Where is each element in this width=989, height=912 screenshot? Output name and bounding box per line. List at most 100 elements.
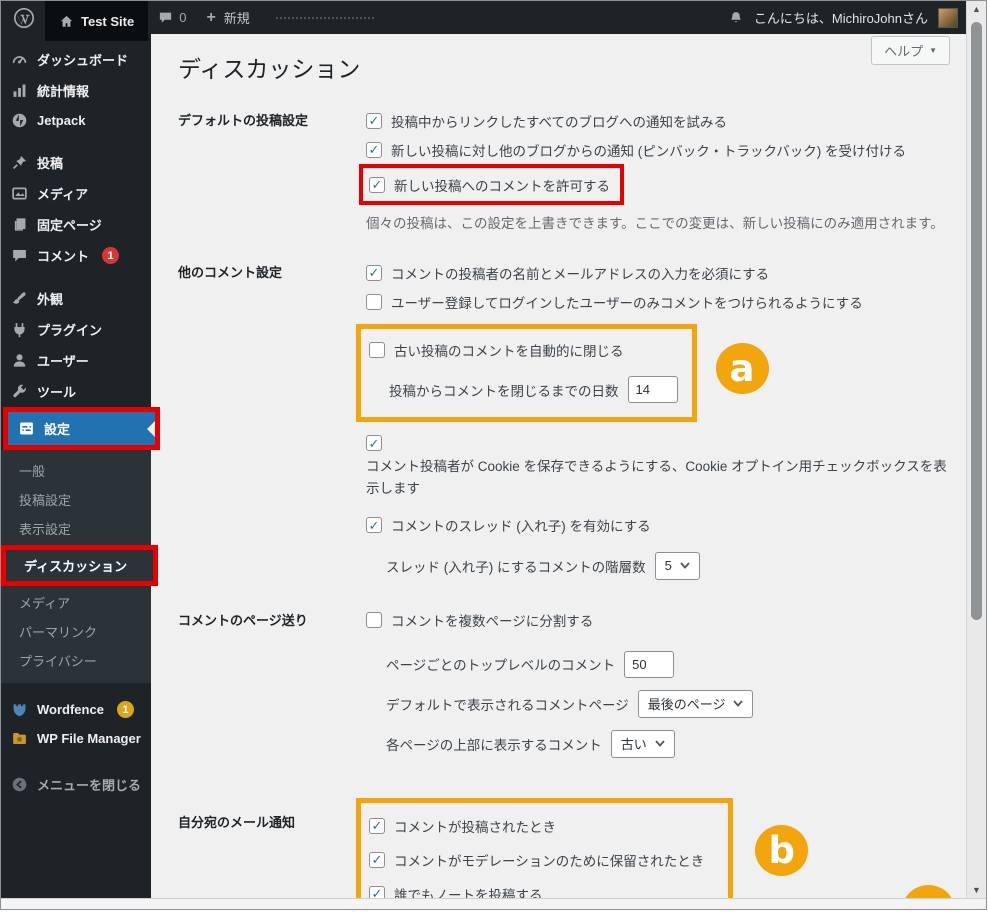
sidebar-item-media[interactable]: メディア: [1, 178, 151, 209]
option-email-comment-posted[interactable]: ✓ コメントが投稿されたとき: [369, 809, 704, 843]
option-registered-users-only[interactable]: ユーザー登録してログインしたユーザーのみコメントをつけられるようにする: [366, 287, 956, 316]
scrollbar: ▲ ▼: [966, 1, 986, 900]
option-label: 新しい投稿に対し他のブログからの通知 (ピンバック・トラックバック) を受け付け…: [391, 143, 907, 159]
checkbox[interactable]: ✓: [366, 264, 382, 281]
row-label: デフォルトの投稿設定: [178, 113, 309, 128]
close-comments-days-input[interactable]: [627, 376, 678, 403]
submenu-item-general[interactable]: 一般: [1, 456, 151, 485]
sidebar-item-jetpack[interactable]: Jetpack: [1, 106, 151, 135]
comments-per-page-input[interactable]: [624, 650, 675, 678]
sidebar-item-dashboard[interactable]: ダッシュボード: [1, 44, 151, 75]
current-menu-arrow-icon: [147, 420, 155, 437]
browser-window: Test Site 0 + 新規 こんにちは、MichiroJohnさん ▲ ▼…: [0, 0, 987, 910]
checkbox[interactable]: ✓: [366, 435, 382, 451]
admin-bar-comments[interactable]: 0: [148, 1, 196, 34]
sidebar-item-users[interactable]: ユーザー: [1, 345, 151, 376]
comments-pending-badge: 1: [102, 247, 120, 264]
submenu-item-permalinks[interactable]: パーマリンク: [1, 617, 151, 646]
help-button[interactable]: ヘルプ ▼: [871, 36, 950, 65]
option-break-comments-pages[interactable]: コメントを複数ページに分割する: [366, 606, 956, 635]
comments-order-select[interactable]: 古い: [610, 729, 675, 758]
row-label: 他のコメント設定: [178, 265, 283, 280]
option-allow-pingbacks[interactable]: ✓ 新しい投稿に対し他のブログからの通知 (ピンバック・トラックバック) を受け…: [366, 135, 956, 164]
option-notify-linked-blogs[interactable]: ✓ 投稿中からリンクしたすべてのブログへの通知を試みる: [366, 106, 956, 135]
checkbox[interactable]: ✓: [369, 817, 385, 834]
thread-depth-select[interactable]: 5: [654, 551, 700, 580]
option-close-old-comments[interactable]: 古い投稿のコメントを自動的に閉じる: [369, 335, 678, 364]
checkbox[interactable]: ✓: [369, 176, 385, 193]
sidebar-collapse-menu[interactable]: メニューを閉じる: [1, 769, 151, 800]
checkbox[interactable]: [369, 341, 385, 358]
bell-icon[interactable]: [728, 10, 744, 26]
option-threaded-comments[interactable]: ✓ コメントのスレッド (入れ子) を有効にする: [366, 511, 956, 540]
submenu-item-writing[interactable]: 投稿設定: [1, 485, 151, 514]
comment-bubble-icon: [13, 249, 26, 262]
comments-per-page-row: ページごとのトップレベルのコメント: [366, 650, 956, 678]
sidebar-item-comments[interactable]: コメント 1: [1, 240, 151, 271]
field-label: デフォルトで表示されるコメントページ: [386, 697, 629, 713]
sidebar-item-stats[interactable]: 統計情報: [1, 75, 151, 106]
checkbox[interactable]: ✓: [366, 517, 382, 534]
close-comments-days-row: 投稿からコメントを閉じるまでの日数: [369, 376, 678, 403]
highlight-box-allow-comments: ✓ 新しい投稿へのコメントを許可する: [359, 164, 624, 205]
checkbox[interactable]: ✓: [369, 851, 385, 868]
chevron-down-icon: [733, 700, 744, 707]
checkbox[interactable]: [366, 612, 382, 629]
avatar[interactable]: [938, 7, 958, 28]
default-comments-page-select[interactable]: 最後のページ: [637, 689, 754, 718]
wrench-icon: [13, 384, 26, 398]
sidebar-item-wordfence[interactable]: Wordfence 1: [1, 695, 151, 724]
pages-icon: [14, 218, 26, 231]
checkbox[interactable]: ✓: [369, 885, 385, 898]
sidebar-item-label: 外観: [37, 292, 64, 307]
scroll-down-arrow-icon[interactable]: ▼: [972, 882, 981, 898]
chevron-down-icon: [680, 562, 690, 569]
option-label: コメントが投稿されたとき: [394, 819, 556, 835]
option-email-comment-moderation[interactable]: ✓ コメントがモデレーションのために保留されたとき: [369, 843, 704, 877]
greeting-user-menu[interactable]: こんにちは、MichiroJohnさん: [754, 8, 928, 27]
admin-bar-new[interactable]: + 新規: [196, 1, 259, 34]
submenu-item-discussion[interactable]: ディスカッション: [6, 550, 153, 581]
site-menu[interactable]: Test Site: [45, 1, 149, 41]
plus-icon: +: [206, 8, 216, 26]
window-bottom-edge: [1, 898, 986, 909]
sidebar-item-tools[interactable]: ツール: [1, 376, 151, 407]
page-title: ディスカッション: [178, 56, 361, 82]
checkbox[interactable]: [366, 293, 382, 310]
option-anyone-post-note[interactable]: ✓ 誰でもノートを投稿する: [369, 877, 704, 898]
dashboard-icon: [12, 56, 27, 64]
option-label: 誰でもノートを投稿する: [394, 887, 543, 898]
settings-row-email-notify: 自分宛のメール通知 ✓ コメントが投稿されたとき ✓ コメントがモデレーションの…: [178, 797, 956, 898]
chevron-down-icon: ▼: [929, 46, 937, 55]
user-icon: [13, 354, 26, 367]
option-require-name-email[interactable]: ✓ コメントの投稿者の名前とメールアドレスの入力を必須にする: [366, 258, 956, 287]
option-cookies-optin[interactable]: ✓: [366, 432, 956, 454]
sidebar-item-pages[interactable]: 固定ページ: [1, 209, 151, 240]
option-label: 新しい投稿へのコメントを許可する: [394, 178, 610, 194]
option-allow-comments[interactable]: ✓ 新しい投稿へのコメントを許可する: [369, 170, 610, 199]
sidebar-item-wp-file-manager[interactable]: WP File Manager: [1, 724, 151, 753]
scrollbar-thumb[interactable]: [971, 22, 982, 620]
scroll-up-arrow-icon[interactable]: ▲: [972, 1, 981, 17]
submenu-item-reading[interactable]: 表示設定: [1, 514, 151, 543]
sidebar-item-posts[interactable]: 投稿: [1, 147, 151, 178]
settings-icon: [20, 422, 33, 435]
sidebar: ダッシュボード 統計情報 Jetpack 投稿 メディア 固定ページ コメント …: [1, 34, 160, 900]
submenu-item-privacy[interactable]: プライバシー: [1, 646, 151, 675]
sidebar-item-label: コメント: [37, 249, 90, 264]
sidebar-item-settings[interactable]: 設定: [8, 412, 155, 445]
sidebar-item-plugins[interactable]: プラグイン: [1, 314, 151, 345]
checkbox[interactable]: ✓: [366, 141, 382, 158]
submenu-item-media[interactable]: メディア: [1, 588, 151, 617]
sidebar-item-appearance[interactable]: 外観: [1, 283, 151, 314]
checkbox[interactable]: ✓: [366, 112, 382, 129]
field-label: スレッド (入れ子) にするコメントの階層数: [386, 559, 646, 575]
collapse-arrow-icon: [12, 777, 27, 792]
wordpress-logo-icon[interactable]: [13, 7, 35, 29]
annotation-badge-b: b: [755, 824, 809, 876]
wordfence-icon: [13, 704, 26, 717]
comments-order-row: 各ページの上部に表示するコメント 古い: [366, 729, 956, 758]
comments-count: 0: [179, 10, 187, 25]
thread-depth-row: スレッド (入れ子) にするコメントの階層数 5: [366, 551, 956, 580]
jetpack-icon: [12, 113, 27, 128]
